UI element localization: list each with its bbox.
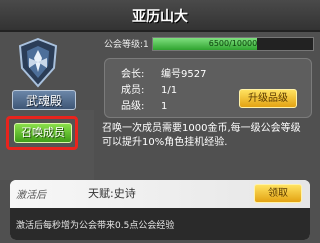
guild-emblem-icon xyxy=(18,38,58,88)
guild-info-panel: 会长: 编号9527 成员: 1/1 品级: 1 升级品级 xyxy=(104,58,312,118)
guild-level-progress-text: 6500/10000 xyxy=(208,39,258,48)
page-title: 亚历山大 xyxy=(132,9,188,25)
claim-button[interactable]: 领取 xyxy=(254,184,302,203)
title-bar: 亚历山大 xyxy=(0,0,320,32)
president-value: 编号9527 xyxy=(161,69,207,80)
guild-screen: 亚历山大 武魂殿 召唤成员 公会等级:1 6500/10000 会长: 编号952… xyxy=(0,0,320,243)
talent-name: 天赋:史诗 xyxy=(88,187,136,200)
rank-row: 品级: 1 xyxy=(121,97,167,112)
summon-members-button[interactable]: 召唤成员 xyxy=(14,123,72,143)
rank-value: 1 xyxy=(161,101,168,112)
upgrade-rank-button[interactable]: 升级品级 xyxy=(239,89,297,108)
guild-level-progress-bar: 6500/10000 xyxy=(152,37,314,51)
talent-card-body: 激活后每秒增为公会带来0.5点公会经验 xyxy=(10,208,310,240)
guild-name-plate: 武魂殿 xyxy=(12,90,76,110)
talent-description: 激活后每秒增为公会带来0.5点公会经验 xyxy=(16,221,175,231)
talent-card: 激活后 天赋:史诗 领取 激活后每秒增为公会带来0.5点公会经验 xyxy=(10,180,310,240)
members-row: 成员: 1/1 xyxy=(121,81,177,96)
rank-label: 品级: xyxy=(121,101,145,112)
talent-card-tag: 激活后 xyxy=(16,190,46,201)
president-label: 会长: xyxy=(121,69,145,80)
members-label: 成员: xyxy=(121,85,145,96)
talent-card-header: 激活后 天赋:史诗 领取 xyxy=(10,180,310,208)
members-value: 1/1 xyxy=(161,85,178,96)
guild-level-label: 公会等级:1 xyxy=(104,40,149,50)
summon-description: 召唤一次成员需要1000金币,每一级公会等级可以提升10%角色挂机经验. xyxy=(102,123,301,148)
guild-name: 武魂殿 xyxy=(25,94,62,108)
president-row: 会长: 编号9527 xyxy=(121,65,206,80)
